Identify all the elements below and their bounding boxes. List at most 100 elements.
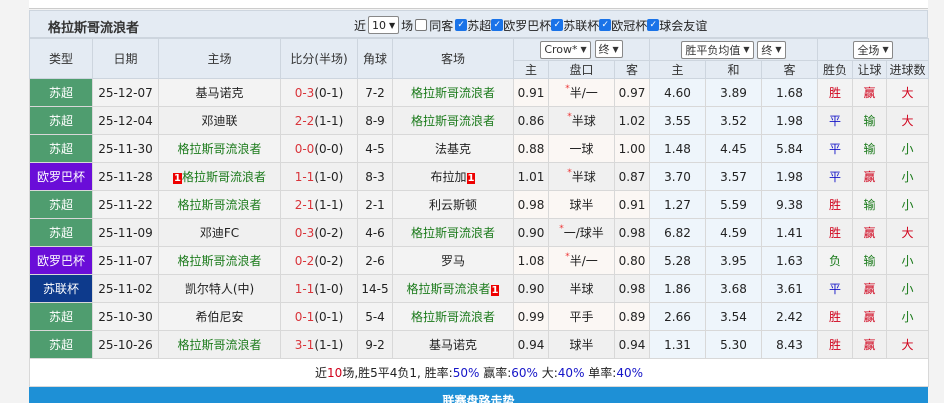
odds-home: 1.48	[649, 134, 706, 163]
handicap-away: 0.91	[614, 190, 650, 219]
same-guest-label: 同客	[429, 18, 454, 33]
table-row[interactable]: 苏超 25-11-22 格拉斯哥流浪者 2-1(1-1) 2-1 利云斯顿 0.…	[29, 190, 930, 219]
same-guest-checkbox[interactable]	[415, 19, 428, 31]
league-checkbox[interactable]: ✓	[491, 19, 504, 31]
league-type[interactable]: 苏超	[29, 218, 93, 247]
home-team[interactable]: 格拉斯哥流浪者	[158, 190, 281, 219]
league-type[interactable]: 欧罗巴杯	[29, 162, 93, 191]
half-score: (1-1)	[314, 337, 344, 352]
league-type[interactable]: 苏超	[29, 190, 93, 219]
odds-draw: 3.57	[705, 162, 762, 191]
league-type[interactable]: 苏超	[29, 134, 93, 163]
odds-home: 4.60	[649, 78, 706, 107]
home-team[interactable]: 格拉斯哥流浪者	[158, 246, 281, 275]
half-score: (0-0)	[314, 141, 344, 156]
match-date: 25-11-07	[92, 246, 159, 275]
home-team[interactable]: 格拉斯哥流浪者	[158, 330, 281, 359]
league-type[interactable]: 苏超	[29, 302, 93, 331]
odds-draw: 3.89	[705, 78, 762, 107]
league-type[interactable]: 苏超	[29, 106, 93, 135]
sub-col: 主	[513, 60, 549, 79]
away-team[interactable]: 布拉加1	[392, 162, 514, 191]
away-team[interactable]: 格拉斯哥流浪者	[392, 78, 514, 107]
odds-home: 3.70	[649, 162, 706, 191]
league-checkbox[interactable]: ✓	[551, 19, 564, 31]
away-team[interactable]: 格拉斯哥流浪者	[392, 106, 514, 135]
score[interactable]: 0-0(0-0)	[280, 134, 358, 163]
red-card-badge: 1	[490, 285, 500, 296]
home-team[interactable]: 邓迪联	[158, 106, 281, 135]
away-team[interactable]: 基马诺克	[392, 330, 514, 359]
goals-result: 大	[885, 330, 930, 359]
odds-home: 1.86	[649, 274, 706, 303]
sub-col: 进球数	[885, 60, 930, 79]
away-team[interactable]: 格拉斯哥流浪者	[392, 218, 514, 247]
league-type[interactable]: 苏联杯	[29, 274, 93, 303]
table-row[interactable]: 苏超 25-12-07 基马诺克 0-3(0-1) 7-2 格拉斯哥流浪者 0.…	[29, 78, 930, 107]
handicap-result: 输	[852, 246, 887, 275]
score[interactable]: 2-2(1-1)	[280, 106, 358, 135]
summary-text: 赢率:	[479, 366, 512, 380]
score[interactable]: 0-1(0-1)	[280, 302, 358, 331]
odds-period-select[interactable]: 终 ▼	[757, 40, 786, 59]
handicap-away: 1.00	[614, 134, 650, 163]
table-row[interactable]: 苏超 25-10-30 希伯尼安 0-1(0-1) 5-4 格拉斯哥流浪者 0.…	[29, 302, 930, 331]
table-row[interactable]: 苏超 25-12-04 邓迪联 2-2(1-1) 8-9 格拉斯哥流浪者 0.8…	[29, 106, 930, 135]
score[interactable]: 1-1(1-0)	[280, 274, 358, 303]
full-score: 0-3	[294, 225, 315, 240]
table-row[interactable]: 欧罗巴杯 25-11-28 1格拉斯哥流浪者 1-1(1-0) 8-3 布拉加1…	[29, 162, 930, 191]
home-team[interactable]: 格拉斯哥流浪者	[158, 134, 281, 163]
league-filter-label: 球会友谊	[659, 18, 708, 33]
home-team[interactable]: 1格拉斯哥流浪者	[158, 162, 281, 191]
away-team[interactable]: 罗马	[392, 246, 514, 275]
table-row[interactable]: 苏超 25-10-26 格拉斯哥流浪者 3-1(1-1) 9-2 基马诺克 0.…	[29, 330, 930, 359]
score[interactable]: 2-1(1-1)	[280, 190, 358, 219]
goals-result: 大	[885, 78, 930, 107]
score[interactable]: 0-3(0-2)	[280, 218, 358, 247]
table-row[interactable]: 欧罗巴杯 25-11-07 格拉斯哥流浪者 0-2(0-2) 2-6 罗马 1.…	[29, 246, 930, 275]
score[interactable]: 0-3(0-1)	[280, 78, 358, 107]
handicap-line: *半/一	[548, 246, 615, 275]
sub-col: 客	[761, 60, 818, 79]
handicap-period-select[interactable]: 终 ▼	[594, 40, 623, 59]
league-checkbox[interactable]: ✓	[455, 19, 468, 31]
goals-result: 小	[885, 134, 930, 163]
odds-away: 1.41	[761, 218, 818, 247]
table-row[interactable]: 苏联杯 25-11-02 凯尔特人(中) 1-1(1-0) 14-5 格拉斯哥流…	[29, 274, 930, 303]
league-checkbox[interactable]: ✓	[647, 19, 660, 31]
away-team[interactable]: 利云斯顿	[392, 190, 514, 219]
previous-section-edge	[29, 0, 928, 9]
away-team[interactable]: 法基克	[392, 134, 514, 163]
league-checkbox[interactable]: ✓	[599, 19, 612, 31]
home-team[interactable]: 凯尔特人(中)	[158, 274, 281, 303]
league-type[interactable]: 苏超	[29, 78, 93, 107]
home-team[interactable]: 基马诺克	[158, 78, 281, 107]
home-team[interactable]: 希伯尼安	[158, 302, 281, 331]
home-team[interactable]: 邓迪FC	[158, 218, 281, 247]
home-team-name: 格拉斯哥流浪者	[181, 170, 266, 184]
recent-matches-panel: 格拉斯哥流浪者 近 10 ▼ 场 同客 ✓ 苏超 ✓ 欧罗巴杯 ✓ 苏联杯 ✓ 欧冠杯 ✓ 球会友谊…	[28, 10, 930, 403]
league-type[interactable]: 欧罗巴杯	[29, 246, 93, 275]
company-select[interactable]: Crow* ▼	[540, 40, 591, 59]
table-row[interactable]: 苏超 25-11-09 邓迪FC 0-3(0-2) 4-6 格拉斯哥流浪者 0.…	[29, 218, 930, 247]
result: 胜	[817, 190, 853, 219]
table-row[interactable]: 苏超 25-11-30 格拉斯哥流浪者 0-0(0-0) 4-5 法基克 0.8…	[29, 134, 930, 163]
score[interactable]: 3-1(1-1)	[280, 330, 358, 359]
match-count-select[interactable]: 10 ▼	[368, 16, 400, 34]
odds-draw: 5.59	[705, 190, 762, 219]
away-team[interactable]: 格拉斯哥流浪者1	[392, 274, 514, 303]
odds-type-select[interactable]: 胜平负均值 ▼	[681, 40, 754, 59]
sub-col: 主	[649, 60, 706, 79]
scope-select[interactable]: 全场 ▼	[853, 40, 893, 59]
handicap-line-value: 一/球半	[563, 226, 604, 240]
league-type[interactable]: 苏超	[29, 330, 93, 359]
summary-count: 10	[327, 366, 343, 380]
away-team[interactable]: 格拉斯哥流浪者	[392, 302, 514, 331]
score[interactable]: 1-1(1-0)	[280, 162, 358, 191]
period-value: 终	[761, 43, 773, 57]
odds-draw: 3.68	[705, 274, 762, 303]
col-away: 客场	[392, 38, 514, 79]
score[interactable]: 0-2(0-2)	[280, 246, 358, 275]
handicap-result: 赢	[852, 218, 887, 247]
match-date: 25-11-02	[92, 274, 159, 303]
